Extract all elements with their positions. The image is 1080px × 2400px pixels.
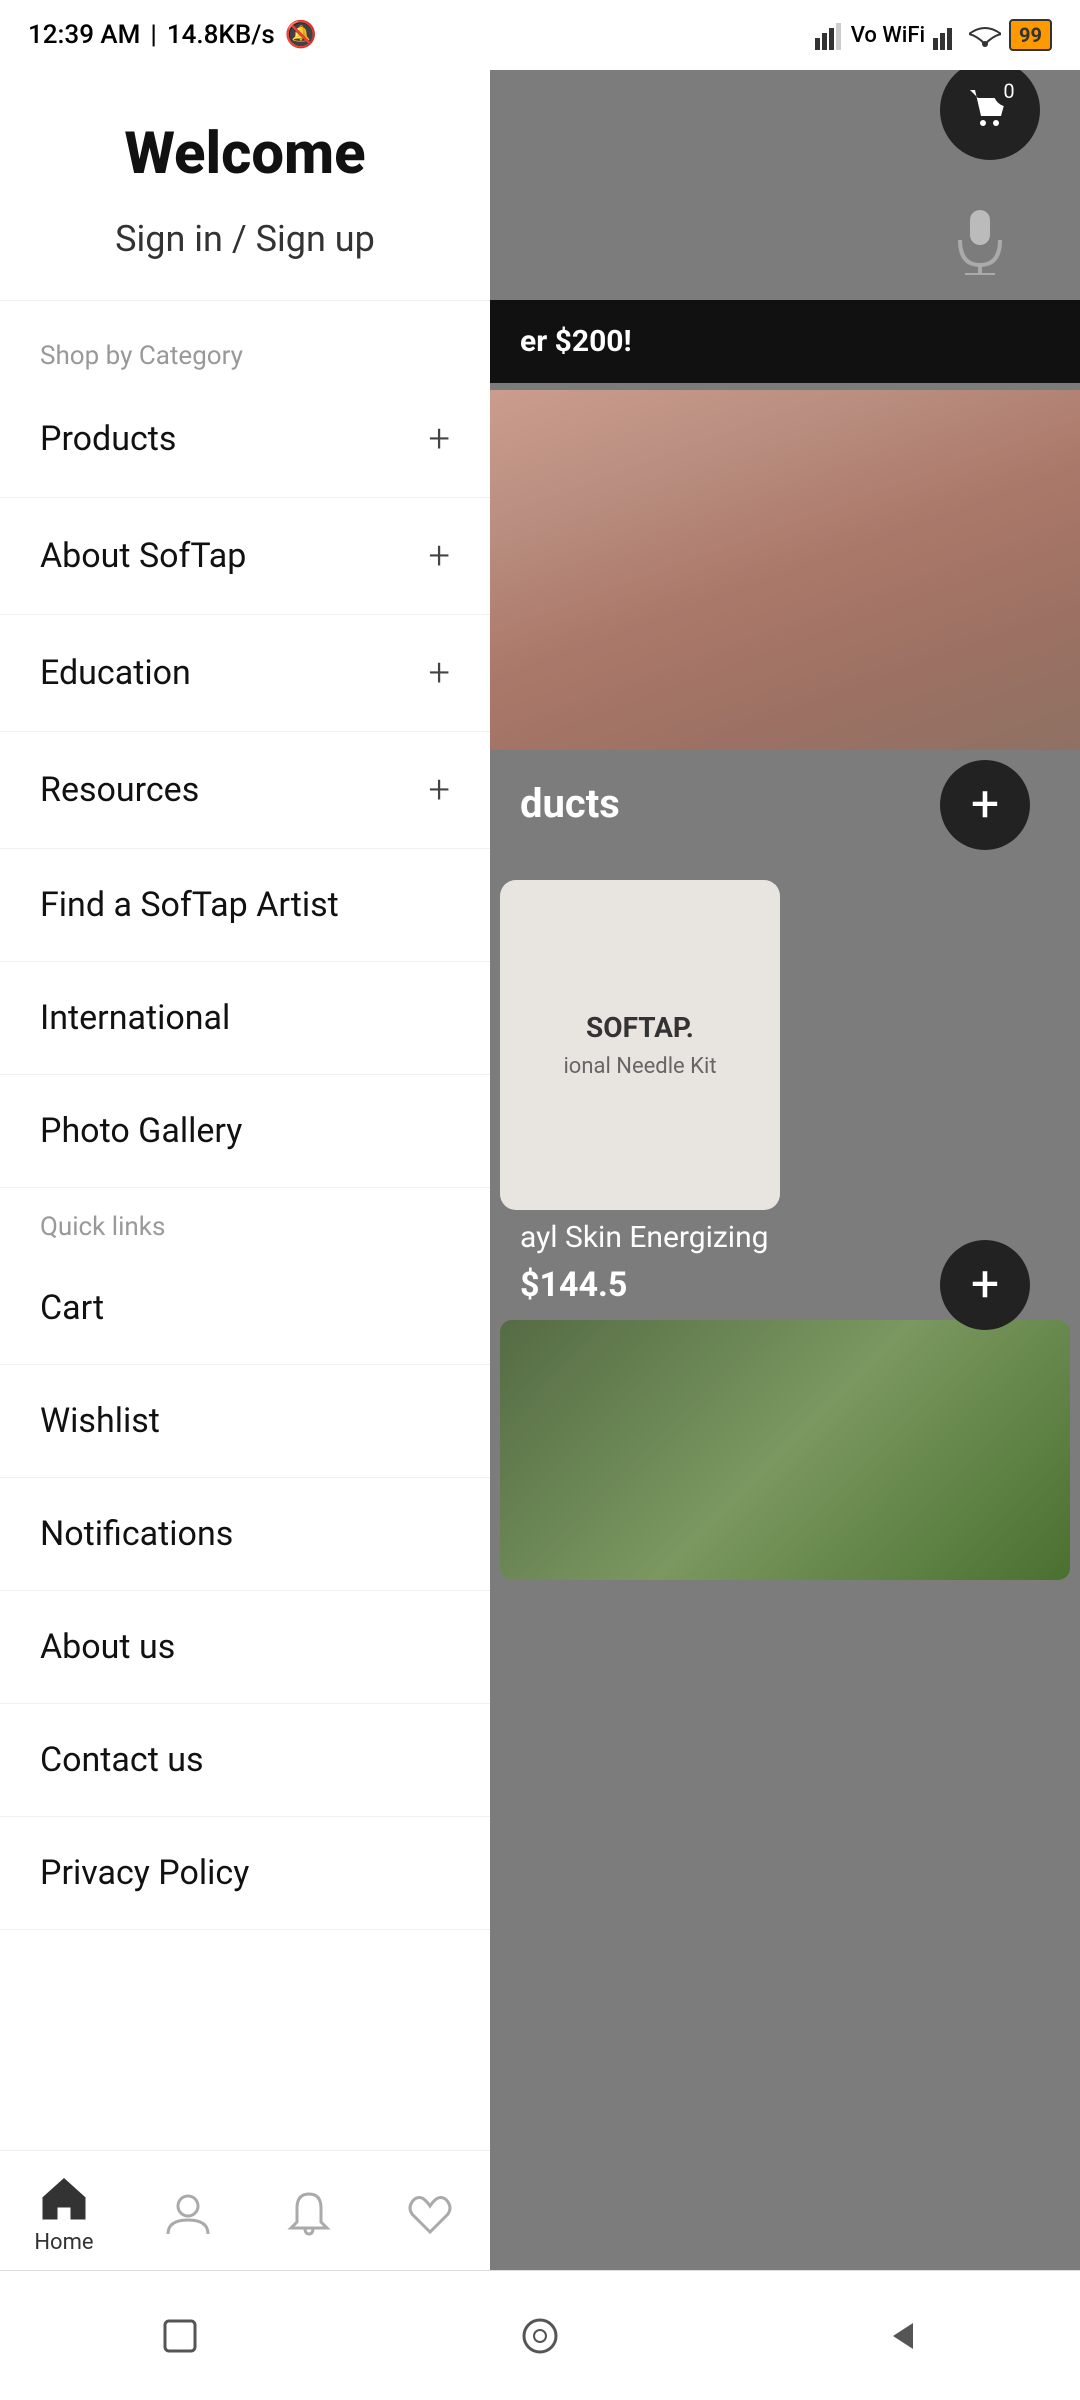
menu-item-international[interactable]: International <box>0 962 490 1075</box>
menu-item-find-artist[interactable]: Find a SofTap Artist <box>0 849 490 962</box>
shop-by-category-label: Shop by Category <box>0 321 490 381</box>
time: 12:39 AM <box>28 20 140 50</box>
products-title: ducts <box>520 780 620 827</box>
android-back-button[interactable] <box>877 2313 923 2359</box>
menu-item-cart[interactable]: Cart <box>0 1252 490 1365</box>
welcome-title: Welcome <box>40 120 450 188</box>
expand-resources-icon: + <box>429 768 450 812</box>
menu-item-photo-gallery-label: Photo Gallery <box>40 1111 242 1151</box>
vo-wifi-label: Vo WiFi <box>851 23 925 48</box>
menu-item-contact-us[interactable]: Contact us <box>0 1704 490 1817</box>
drawer-header: Welcome Sign in / Sign up <box>0 70 490 301</box>
menu-item-find-artist-label: Find a SofTap Artist <box>40 885 339 925</box>
nav-home[interactable]: Home <box>34 2166 93 2255</box>
drawer-body: Shop by Category Products + About SofTap… <box>0 301 490 2400</box>
menu-item-photo-gallery[interactable]: Photo Gallery <box>0 1075 490 1188</box>
add-product-button[interactable]: + <box>940 760 1030 850</box>
separator: | <box>150 20 156 50</box>
menu-item-wishlist-label: Wishlist <box>40 1401 160 1441</box>
home-icon <box>38 2166 90 2224</box>
heart-icon <box>404 2181 456 2239</box>
menu-item-education[interactable]: Education + <box>0 615 490 732</box>
menu-item-education-label: Education <box>40 653 191 693</box>
drawer: Welcome Sign in / Sign up Shop by Catego… <box>0 0 490 2400</box>
menu-item-about-us-label: About us <box>40 1627 175 1667</box>
right-panel: 0 er $200! ducts + SOFTAP. <box>490 0 1080 2400</box>
android-recent-button[interactable] <box>157 2313 203 2359</box>
right-panel-content: 0 er $200! ducts + SOFTAP. <box>490 0 1080 2400</box>
menu-item-resources-label: Resources <box>40 770 199 810</box>
mic-button[interactable] <box>940 200 1020 280</box>
data-speed: 14.8KB/s <box>167 20 275 50</box>
menu-item-wishlist[interactable]: Wishlist <box>0 1365 490 1478</box>
menu-item-resources[interactable]: Resources + <box>0 732 490 849</box>
promo-banner: er $200! <box>490 300 1080 383</box>
wifi-bars-icon <box>933 20 961 50</box>
person-icon <box>162 2181 214 2239</box>
nav-wishlist[interactable] <box>404 2181 456 2239</box>
menu-item-about-label: About SofTap <box>40 536 246 576</box>
plus-icon: + <box>971 776 999 834</box>
plus-icon-2: + <box>971 1256 999 1314</box>
product-brand: SOFTAP. <box>586 1011 694 1044</box>
product-subtitle: ional Needle Kit <box>563 1054 716 1079</box>
android-home-button[interactable] <box>517 2313 563 2359</box>
expand-education-icon: + <box>429 651 450 695</box>
battery-icon: 99 <box>1009 19 1052 51</box>
product-card-1[interactable]: SOFTAP. ional Needle Kit <box>500 880 780 1210</box>
menu-item-privacy-policy[interactable]: Privacy Policy <box>0 1817 490 1930</box>
mute-icon: 🔕 <box>285 20 317 50</box>
promo-text: er $200! <box>520 324 632 359</box>
menu-item-contact-us-label: Contact us <box>40 1740 204 1780</box>
menu-item-cart-label: Cart <box>40 1288 104 1328</box>
product-image-2 <box>500 1320 1070 1580</box>
wifi-icon <box>969 20 1001 50</box>
menu-item-products[interactable]: Products + <box>0 381 490 498</box>
menu-item-notifications[interactable]: Notifications <box>0 1478 490 1591</box>
status-bar-right: Vo WiFi 99 <box>815 19 1052 51</box>
nav-home-label: Home <box>34 2230 93 2255</box>
nav-account[interactable] <box>162 2181 214 2239</box>
signal-bars-icon <box>815 20 843 50</box>
status-bar: 12:39 AM | 14.8KB/s 🔕 Vo WiFi 99 <box>0 0 1080 70</box>
expand-about-icon: + <box>429 534 450 578</box>
cart-icon-wrap: 0 <box>965 85 1015 135</box>
cart-badge: 0 <box>993 75 1025 107</box>
quick-links-label: Quick links <box>0 1188 490 1252</box>
cart-button[interactable]: 0 <box>940 60 1040 160</box>
menu-item-about-softap[interactable]: About SofTap + <box>0 498 490 615</box>
status-bar-left: 12:39 AM | 14.8KB/s 🔕 <box>28 20 317 50</box>
bottom-nav: Home <box>0 2150 490 2270</box>
menu-item-products-label: Products <box>40 419 176 459</box>
add-product-button-2[interactable]: + <box>940 1240 1030 1330</box>
menu-item-international-label: International <box>40 998 230 1038</box>
expand-products-icon: + <box>429 417 450 461</box>
lips-image <box>490 390 1080 750</box>
signin-link[interactable]: Sign in / Sign up <box>40 218 450 260</box>
menu-item-about-us[interactable]: About us <box>0 1591 490 1704</box>
bell-icon <box>283 2181 335 2239</box>
menu-item-privacy-policy-label: Privacy Policy <box>40 1853 249 1893</box>
nav-notifications[interactable] <box>283 2181 335 2239</box>
android-nav <box>0 2270 1080 2400</box>
menu-item-notifications-label: Notifications <box>40 1514 233 1554</box>
